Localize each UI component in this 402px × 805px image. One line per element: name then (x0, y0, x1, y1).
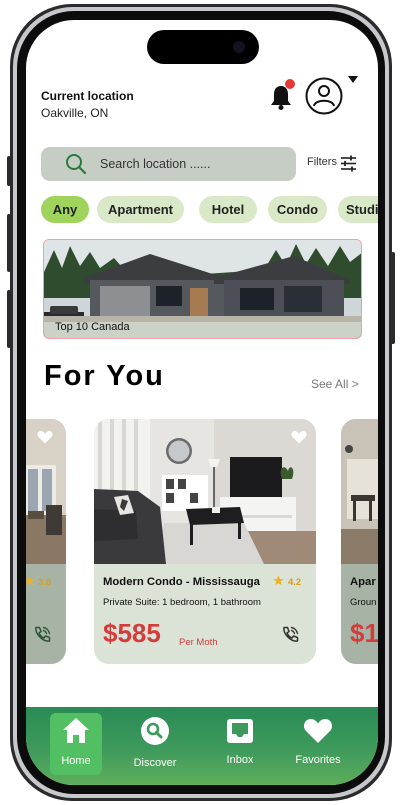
rating-value: 3.8 (38, 577, 52, 588)
property-card-featured[interactable]: Modern Condo - Mississauga 4.2 Private S… (94, 419, 316, 664)
current-location-value[interactable]: Oakville, ON (41, 106, 108, 120)
favorite-heart-icon[interactable] (291, 430, 307, 444)
card-subtitle: Private Suite: 1 bedroom, 1 bathroom (103, 597, 261, 608)
search-input[interactable]: Search location ...... (100, 157, 210, 171)
search-bar[interactable]: Search location ...... (41, 147, 296, 181)
section-title: For You (44, 360, 165, 392)
chip-label: Apartment (107, 202, 173, 217)
favorite-heart-icon[interactable] (37, 430, 53, 444)
nav-label: Discover (133, 757, 177, 769)
card-photo (341, 419, 378, 564)
nav-label: Favorites (295, 754, 341, 766)
volume-down-button (7, 290, 11, 348)
app-screen: Current location Oakville, ON Search loc… (26, 20, 378, 785)
property-card[interactable]: Apar Groun $1 (341, 419, 378, 664)
nav-inbox[interactable]: Inbox (212, 707, 268, 769)
notification-dot (285, 79, 295, 89)
featured-banner[interactable]: Top 10 Canada (43, 239, 362, 339)
power-button (391, 252, 395, 344)
chip-label: Studio (346, 202, 378, 217)
home-icon (63, 718, 89, 743)
chip-label: Any (52, 202, 78, 217)
chip-studio[interactable]: Studio (338, 196, 378, 223)
chevron-down-icon[interactable] (347, 75, 359, 85)
chip-label: Condo (276, 202, 319, 217)
chip-condo[interactable]: Condo (268, 196, 327, 223)
chip-hotel[interactable]: Hotel (199, 196, 257, 223)
phone-icon[interactable] (32, 625, 52, 645)
discover-icon (141, 717, 169, 745)
action-button (7, 156, 11, 186)
banner-label: Top 10 Canada (55, 321, 130, 333)
dynamic-island (147, 30, 259, 64)
card-title: Modern Condo - Mississauga (103, 576, 260, 588)
filters-icon[interactable] (340, 155, 357, 172)
rating-value: 4.2 (288, 577, 302, 588)
phone-icon[interactable] (280, 625, 300, 645)
user-avatar-icon[interactable] (305, 77, 343, 115)
see-all-link[interactable]: See All > (311, 377, 359, 391)
chip-label: Hotel (211, 202, 245, 217)
filters-label[interactable]: Filters (307, 156, 337, 168)
star-icon (26, 575, 35, 586)
card-price: $585 (103, 618, 161, 648)
price-period: Per Moth (179, 637, 218, 648)
category-chips: Any Apartment Hotel Condo Studio (26, 196, 378, 224)
nav-label: Home (61, 755, 91, 767)
chip-apartment[interactable]: Apartment (97, 196, 184, 223)
card-price: $1 (350, 618, 378, 648)
property-card[interactable]: 3.8 (26, 419, 66, 664)
card-subtitle: Groun (350, 597, 377, 608)
card-title: Apar (350, 576, 376, 588)
nav-home[interactable]: Home (50, 713, 102, 775)
camera-icon (233, 41, 245, 53)
bottom-nav: Home Discover Inbox Favorites (26, 707, 378, 785)
phone-mockup: Current location Oakville, ON Search loc… (0, 0, 402, 805)
nav-label: Inbox (226, 754, 254, 766)
nav-favorites[interactable]: Favorites (288, 707, 348, 769)
heart-icon (303, 719, 333, 743)
current-location-label: Current location (41, 89, 134, 103)
search-icon (66, 154, 87, 175)
volume-up-button (7, 214, 11, 272)
inbox-icon (227, 719, 253, 743)
chip-any[interactable]: Any (41, 196, 89, 223)
star-icon (273, 575, 284, 586)
card-photo (94, 419, 316, 564)
nav-discover[interactable]: Discover (126, 707, 184, 769)
